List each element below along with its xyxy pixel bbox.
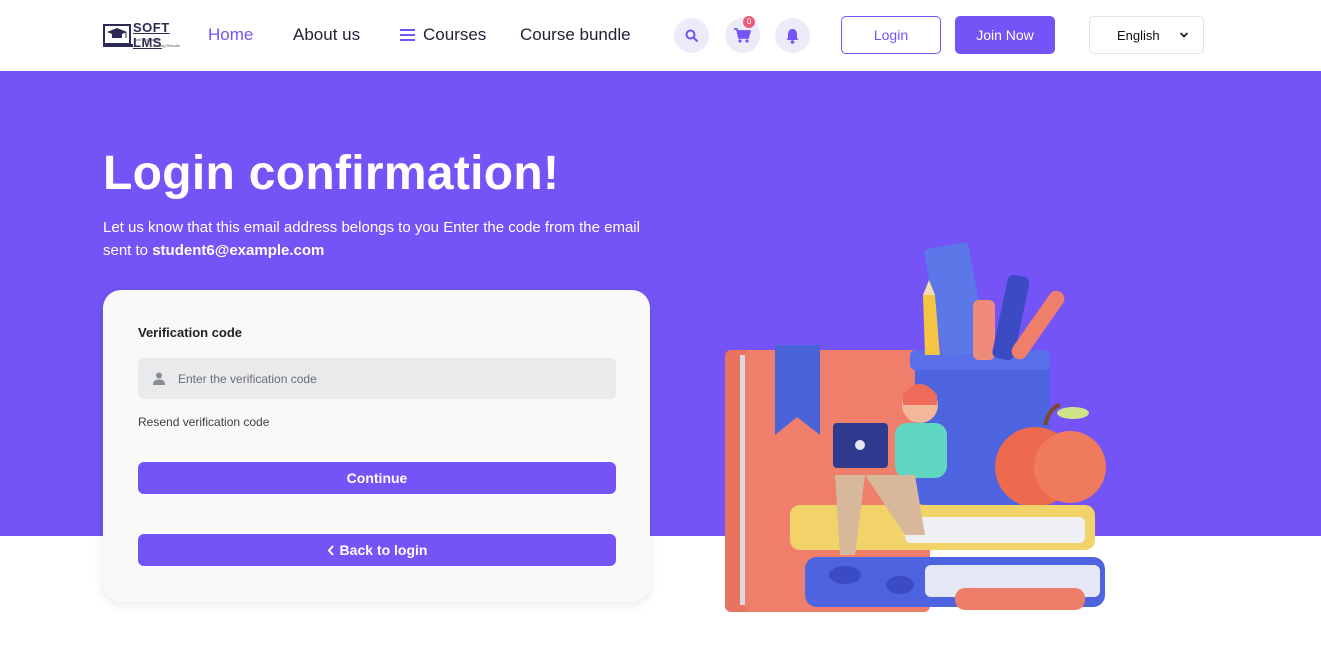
nav-courses[interactable]: Courses: [400, 25, 486, 45]
join-now-button[interactable]: Join Now: [955, 16, 1055, 54]
login-button[interactable]: Login: [841, 16, 941, 54]
cart-count-badge: 0: [743, 16, 755, 28]
resend-code-link[interactable]: Resend verification code: [138, 415, 269, 429]
search-icon: [685, 29, 698, 42]
menu-icon: [400, 29, 415, 41]
site-logo[interactable]: SOFT LMS self-appraised Driving Results: [103, 19, 189, 51]
chevron-left-icon: [327, 544, 334, 556]
user-icon: [153, 372, 165, 385]
verification-code-field[interactable]: [138, 358, 616, 399]
nav-home[interactable]: Home: [208, 25, 253, 45]
nav-about[interactable]: About us: [293, 25, 360, 45]
nav-course-bundle[interactable]: Course bundle: [520, 25, 631, 45]
back-to-login-button[interactable]: Back to login: [138, 534, 616, 566]
language-value: English: [1117, 27, 1160, 43]
language-select[interactable]: English: [1089, 16, 1204, 54]
bell-icon: [786, 28, 799, 44]
logo-tagline: self-appraised: [135, 37, 161, 42]
cart-icon: [734, 28, 751, 43]
notifications-button[interactable]: [775, 18, 810, 53]
verification-code-label: Verification code: [138, 325, 243, 340]
search-button[interactable]: [674, 18, 709, 53]
continue-button[interactable]: Continue: [138, 462, 616, 494]
graduation-cap-icon: [103, 24, 133, 47]
cart-button[interactable]: 0: [725, 16, 760, 53]
nav-courses-label: Courses: [423, 25, 487, 44]
logo-tagline-2: Driving Results: [153, 43, 180, 48]
verification-card: Verification code Resend verification co…: [103, 290, 650, 602]
back-to-login-label: Back to login: [339, 542, 428, 558]
page-title: Login confirmation!: [103, 147, 560, 200]
study-illustration: [725, 242, 1106, 612]
hero-email: student6@example.com: [152, 242, 325, 259]
site-header: SOFT LMS self-appraised Driving Results …: [0, 0, 1321, 71]
chevron-down-icon: [1179, 32, 1189, 38]
verification-code-input[interactable]: [178, 371, 598, 386]
hero-description: Let us know that this email address belo…: [103, 216, 643, 262]
